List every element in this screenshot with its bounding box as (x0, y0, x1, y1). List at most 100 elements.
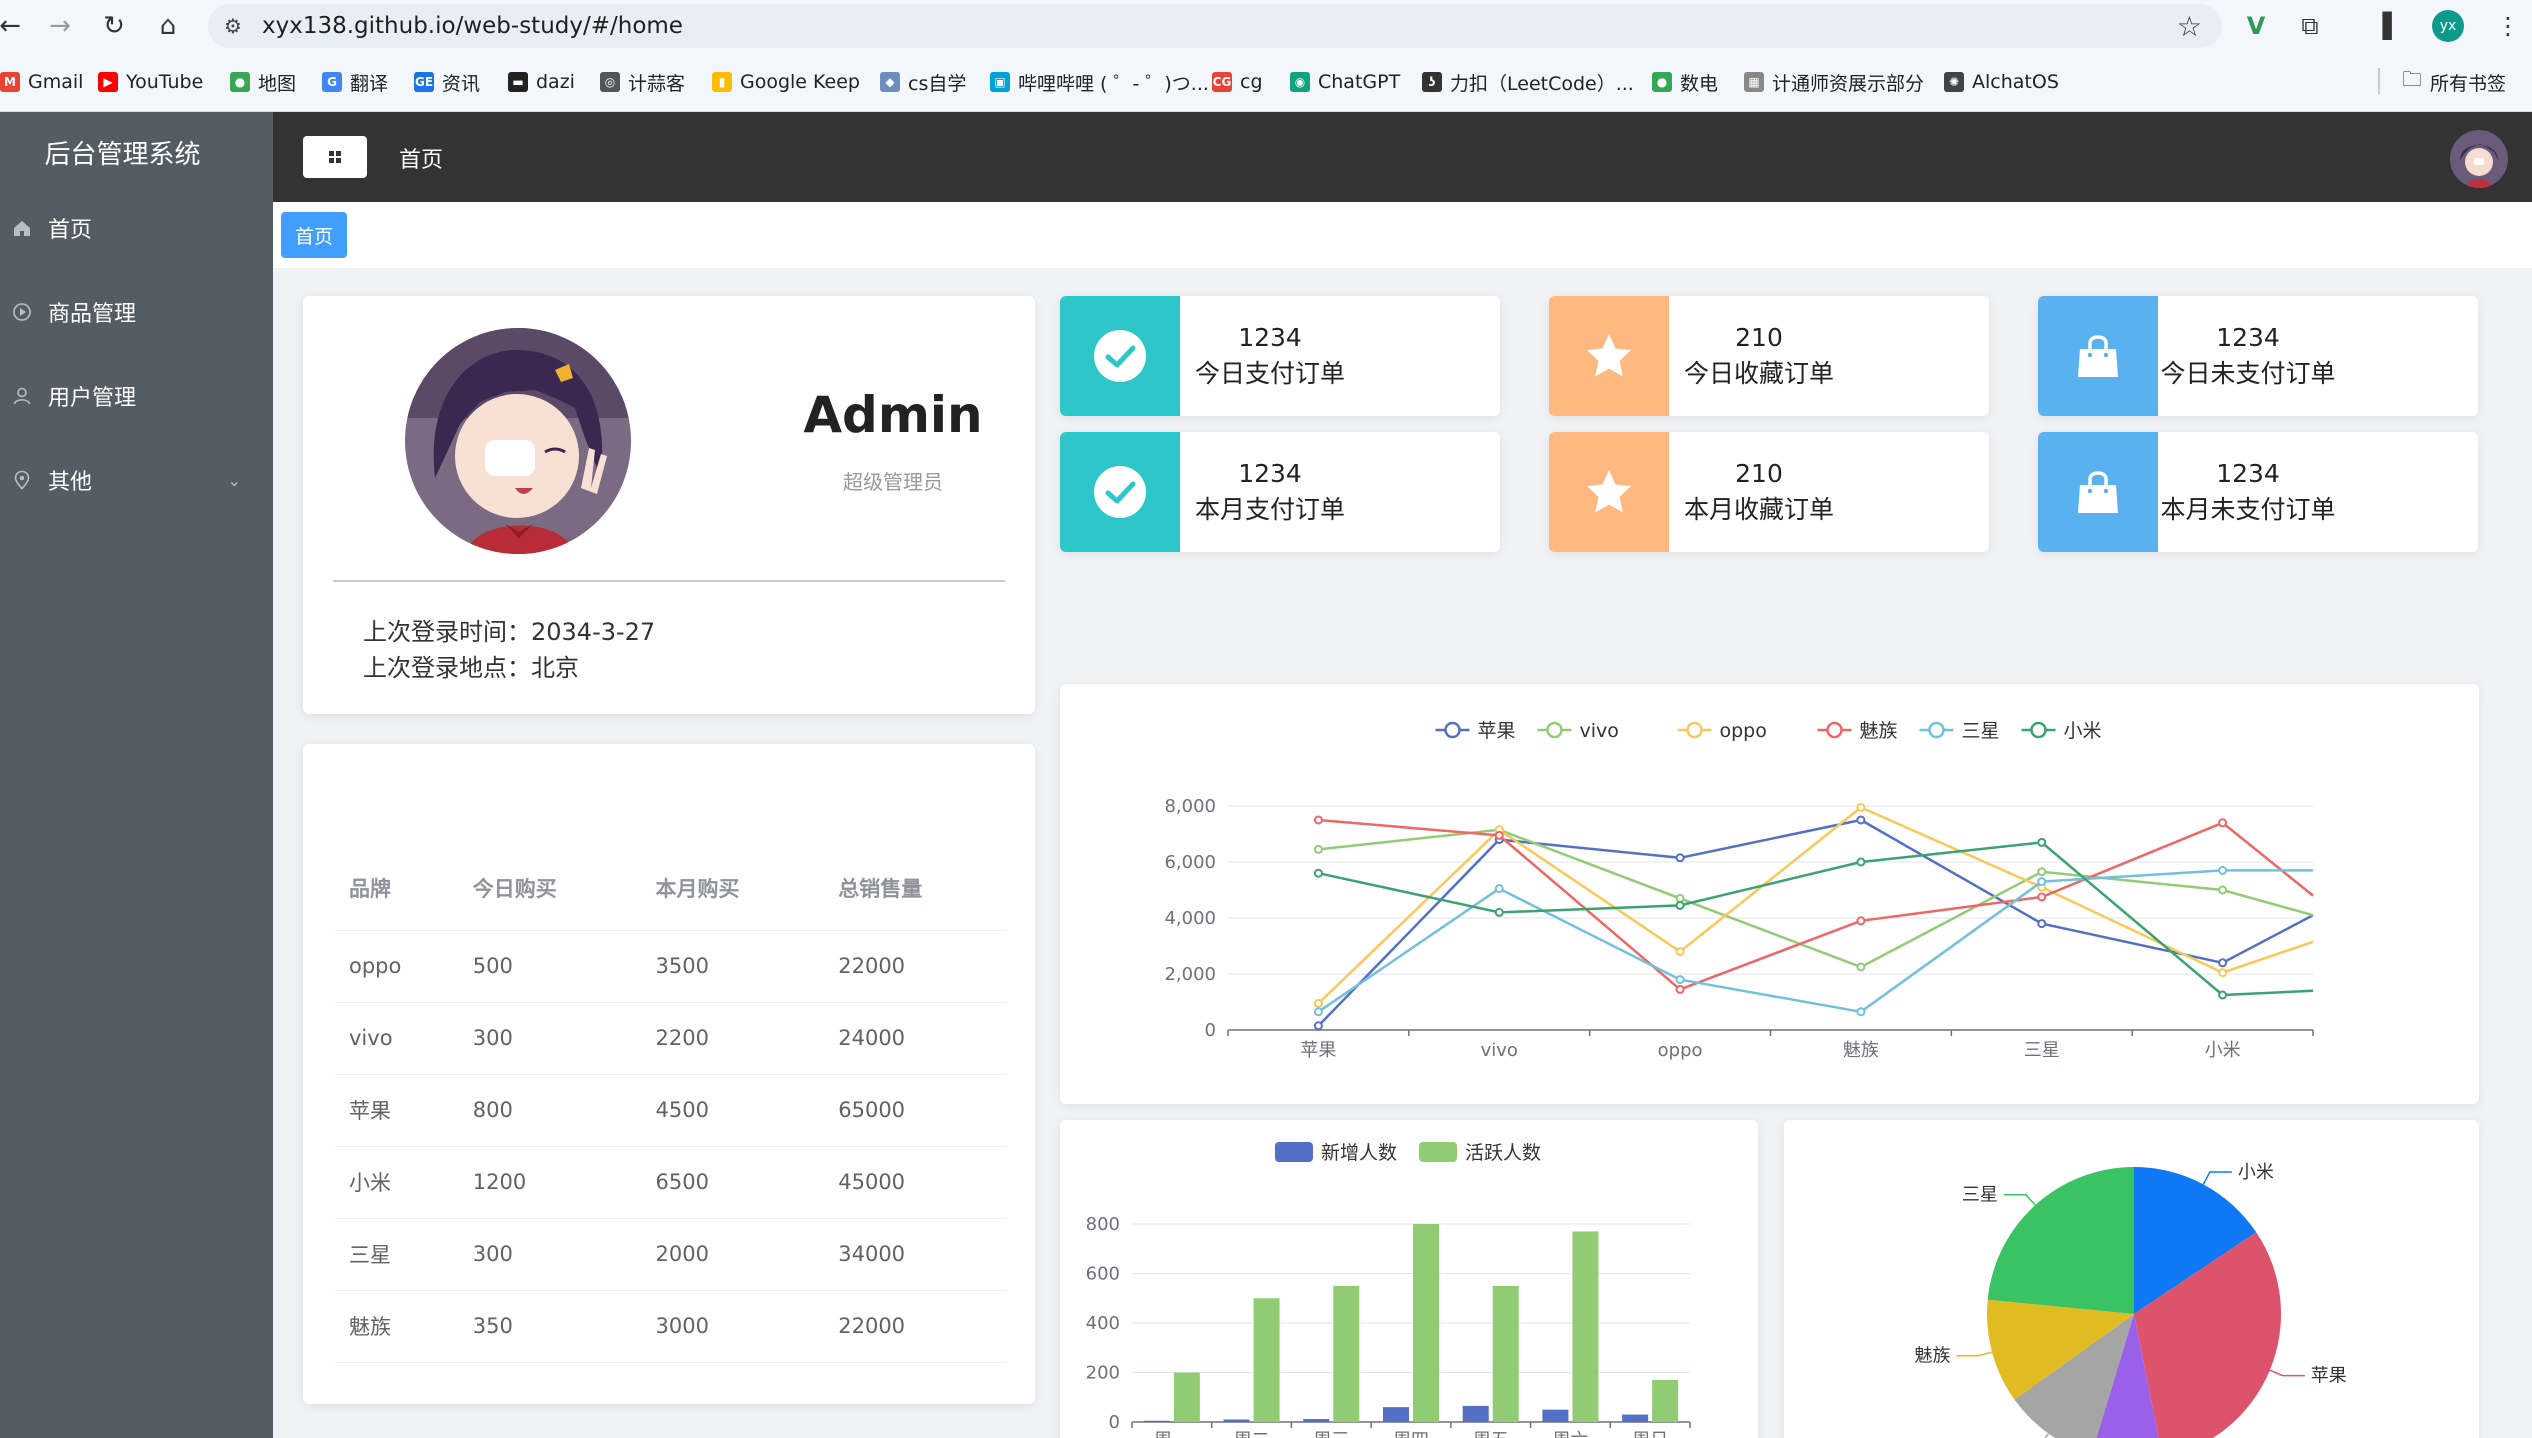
forward-arrow-icon[interactable]: → (42, 8, 78, 44)
x-tick-label: 魅族 (1843, 1040, 1879, 1061)
bookmark-favicon-icon: ▦ (1744, 72, 1764, 92)
bookmark-item[interactable]: ● 地图 (230, 68, 296, 96)
menu-toggle-button[interactable] (303, 136, 367, 178)
bar (1462, 1405, 1489, 1422)
pie-chart: 小米苹果vivooppo魅族三星 (1914, 1162, 2347, 1438)
data-point (1313, 998, 1323, 1008)
table-header-row: 品牌 今日购买 本月购买 总销售量 (335, 846, 1007, 931)
bookmark-item[interactable]: ◆ cs自学 (880, 68, 966, 96)
tag-home[interactable]: 首页 (281, 212, 347, 258)
bookmark-favicon-icon: ◆ (880, 72, 900, 92)
brand-sales-table: 品牌 今日购买 本月购买 总销售量 oppo 500 3500 22000 vivo 30… (335, 846, 1007, 1363)
site-info-icon[interactable]: ⚙ (224, 14, 248, 38)
pie-slice[interactable] (1987, 1167, 2134, 1314)
data-point (2037, 919, 2047, 929)
x-tick-label: 小米 (2205, 1040, 2241, 1061)
extension-vue-icon[interactable]: V (2238, 8, 2274, 44)
bookmark-item[interactable]: ▮ Google Keep (712, 68, 860, 96)
legend-label[interactable]: oppo (1720, 720, 1767, 742)
more-menu-icon[interactable]: ⋮ (2490, 8, 2526, 44)
bar (1383, 1407, 1409, 1422)
legend-marker (1928, 721, 1945, 739)
table-row: vivo 300 2200 24000 (335, 1002, 1007, 1075)
bookmark-item[interactable]: ◎ 计蒜客 (600, 68, 685, 96)
bookmark-item[interactable]: ▣ 哔哩哔哩 ( ゜- ゜)つ... (990, 68, 1209, 96)
sidebar-item-users[interactable]: 用户管理 (0, 354, 273, 438)
bookmark-item[interactable]: G 翻译 (322, 68, 388, 96)
table-cell: 三星 (335, 1218, 459, 1291)
bookmark-label: dazi (536, 71, 575, 93)
table-cell: vivo (335, 1002, 459, 1075)
all-bookmarks-label: 所有书签 (2430, 72, 2507, 95)
legend-label[interactable]: 新增人数 (1321, 1142, 1397, 1164)
bookmark-label: 地图 (258, 72, 297, 95)
bookmark-item[interactable]: ▦ 计通师资展示部分 (1744, 68, 1924, 96)
bookmark-item[interactable]: GE 资讯 (414, 68, 480, 96)
bar-chart: 0 200 400 600 800 周一 周二 周三 周四 周五 周六 周日 新增人数 活跃人数 (1086, 1142, 1691, 1438)
legend-marker (2030, 721, 2047, 739)
home-button-icon[interactable]: ⌂ (150, 8, 186, 44)
bookmark-favicon-icon: ● (1652, 72, 1672, 92)
back-arrow-icon[interactable]: ← (0, 8, 28, 44)
avatar[interactable] (2450, 130, 2508, 188)
bookmark-item[interactable]: ▬ dazi (508, 68, 575, 96)
bookmark-item[interactable]: ✺ AlchatOS (1944, 68, 2059, 96)
bookmark-label: 计蒜客 (628, 72, 686, 95)
bookmark-item[interactable]: ◉ ChatGPT (1290, 68, 1400, 96)
table-cell: 6500 (641, 1146, 825, 1219)
legend-label[interactable]: 三星 (1962, 720, 2000, 742)
data-point (2037, 892, 2047, 902)
bookmark-label: AlchatOS (1972, 71, 2059, 93)
bar (1143, 1420, 1170, 1422)
bookmark-label: 计通师资展示部分 (1772, 72, 1925, 95)
profile-avatar[interactable]: yx (2432, 10, 2464, 42)
y-tick-label: 0 (1109, 1412, 1120, 1433)
data-point (1313, 815, 1323, 825)
bookmark-label: 数电 (1680, 72, 1719, 95)
bookmark-item[interactable]: ʖ 力扣（LeetCode）... (1422, 68, 1634, 96)
sidebar-item-goods[interactable]: 商品管理 (0, 270, 273, 354)
bookmark-item[interactable]: CG cg (1212, 68, 1263, 96)
legend-label[interactable]: 苹果 (1478, 720, 1516, 742)
bookmark-item[interactable]: ● 数电 (1652, 68, 1718, 96)
legend-label[interactable]: 魅族 (1860, 720, 1898, 742)
pie-label: 三星 (1962, 1185, 1998, 1206)
side-panel-icon[interactable]: ▌ (2374, 8, 2410, 44)
legend-label[interactable]: 小米 (2064, 720, 2102, 742)
table-cell: oppo (335, 930, 459, 1003)
last-login-time: 上次登录时间：2034-3-27 (363, 618, 656, 646)
sidebar-item-home[interactable]: 首页 (0, 186, 273, 270)
bookmark-label: ChatGPT (1318, 71, 1401, 93)
y-tick-label: 200 (1086, 1363, 1120, 1384)
reload-icon[interactable]: ↻ (96, 8, 132, 44)
pie-label: 魅族 (1914, 1346, 1950, 1367)
legend-marker (1275, 1142, 1313, 1162)
extensions-puzzle-icon[interactable]: ⧉ (2292, 8, 2328, 44)
address-bar[interactable]: ⚙ xyx138.github.io/web-study/#/home ☆ (208, 4, 2222, 48)
legend-label[interactable]: 活跃人数 (1465, 1142, 1541, 1164)
breadcrumb[interactable]: 首页 (399, 142, 443, 174)
data-point (2218, 885, 2228, 895)
data-point (2218, 958, 2228, 968)
data-point (1313, 844, 1323, 854)
legend-label[interactable]: vivo (1580, 720, 1619, 742)
top-header: 首页 (273, 112, 2532, 202)
y-tick-label: 6,000 (1164, 852, 1216, 873)
sidebar-item-other[interactable]: 其他 ⌄ (0, 438, 273, 522)
bar (1223, 1419, 1250, 1422)
bookmark-star-icon[interactable]: ☆ (2177, 10, 2202, 43)
table-cell: 1200 (458, 1146, 642, 1219)
table-cell: 45000 (824, 1146, 1007, 1219)
pie-chart-card: 小米苹果vivooppo魅族三星 (1784, 1120, 2479, 1438)
all-bookmarks-button[interactable]: 🗀 所有书签 (2402, 67, 2507, 96)
bookmark-item[interactable]: ▶ YouTube (98, 68, 203, 96)
y-tick-label: 400 (1086, 1313, 1120, 1334)
data-point (2037, 867, 2047, 877)
url-text[interactable]: xyx138.github.io/web-study/#/home (262, 13, 683, 39)
bookmark-item[interactable]: M Gmail (0, 68, 83, 96)
stat-label: 本月收藏订单 (1683, 495, 1834, 524)
x-tick-label: 周二 (1234, 1430, 1270, 1438)
bookmark-favicon-icon: ▬ (508, 72, 528, 92)
x-tick-label: 周五 (1473, 1430, 1509, 1438)
stat-card: 1234 本月支付订单 (1060, 432, 1500, 552)
